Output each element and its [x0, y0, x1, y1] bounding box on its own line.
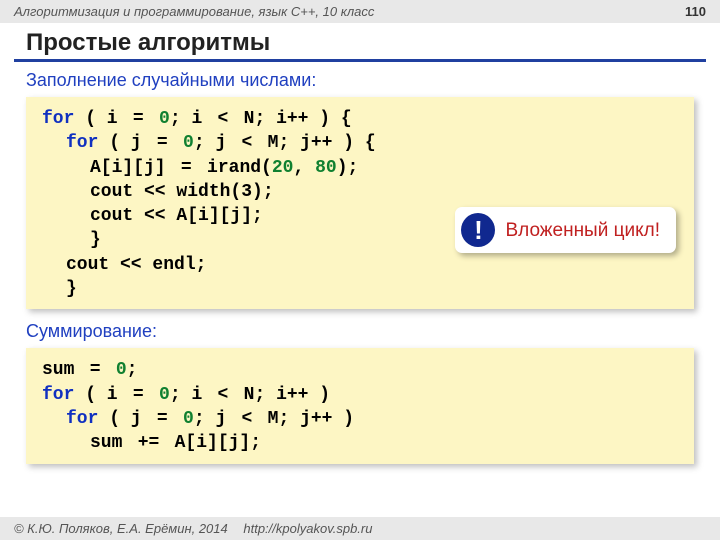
code-line: A[i][j] = irand(20, 80);: [42, 156, 678, 180]
footer: © К.Ю. Поляков, Е.А. Ерёмин, 2014 http:/…: [0, 517, 720, 540]
callout: ! Вложенный цикл!: [455, 207, 676, 253]
code-line: sum += A[i][j];: [42, 431, 678, 455]
content: Заполнение случайными числами: for ( i =…: [0, 70, 720, 464]
copyright: © К.Ю. Поляков, Е.А. Ерёмин, 2014: [14, 521, 228, 536]
course-title: Алгоритмизация и программирование, язык …: [14, 4, 374, 19]
code-line: for ( i = 0; i < N; i++ ): [42, 383, 678, 407]
footer-url: http://kpolyakov.spb.ru: [243, 521, 372, 536]
title-underline: [14, 59, 706, 62]
code-line: for ( i = 0; i < N; i++ ) {: [42, 107, 678, 131]
code-line: cout << endl;: [42, 253, 678, 277]
page-title: Простые алгоритмы: [0, 23, 720, 59]
code-line: cout << width(3);: [42, 180, 678, 204]
code-line: for ( j = 0; j < M; j++ ): [42, 407, 678, 431]
header-bar: Алгоритмизация и программирование, язык …: [0, 0, 720, 23]
exclamation-icon: !: [461, 213, 495, 247]
code-line: sum = 0;: [42, 358, 678, 382]
code-line: }: [42, 277, 678, 301]
code-line: for ( j = 0; j < M; j++ ) {: [42, 131, 678, 155]
section2-label: Суммирование:: [26, 321, 694, 342]
code-box-2: sum = 0; for ( i = 0; i < N; i++ ) for (…: [26, 348, 694, 463]
code-box-1: for ( i = 0; i < N; i++ ) { for ( j = 0;…: [26, 97, 694, 309]
section1-label: Заполнение случайными числами:: [26, 70, 694, 91]
page-number: 110: [685, 4, 706, 19]
callout-text: Вложенный цикл!: [505, 218, 660, 244]
